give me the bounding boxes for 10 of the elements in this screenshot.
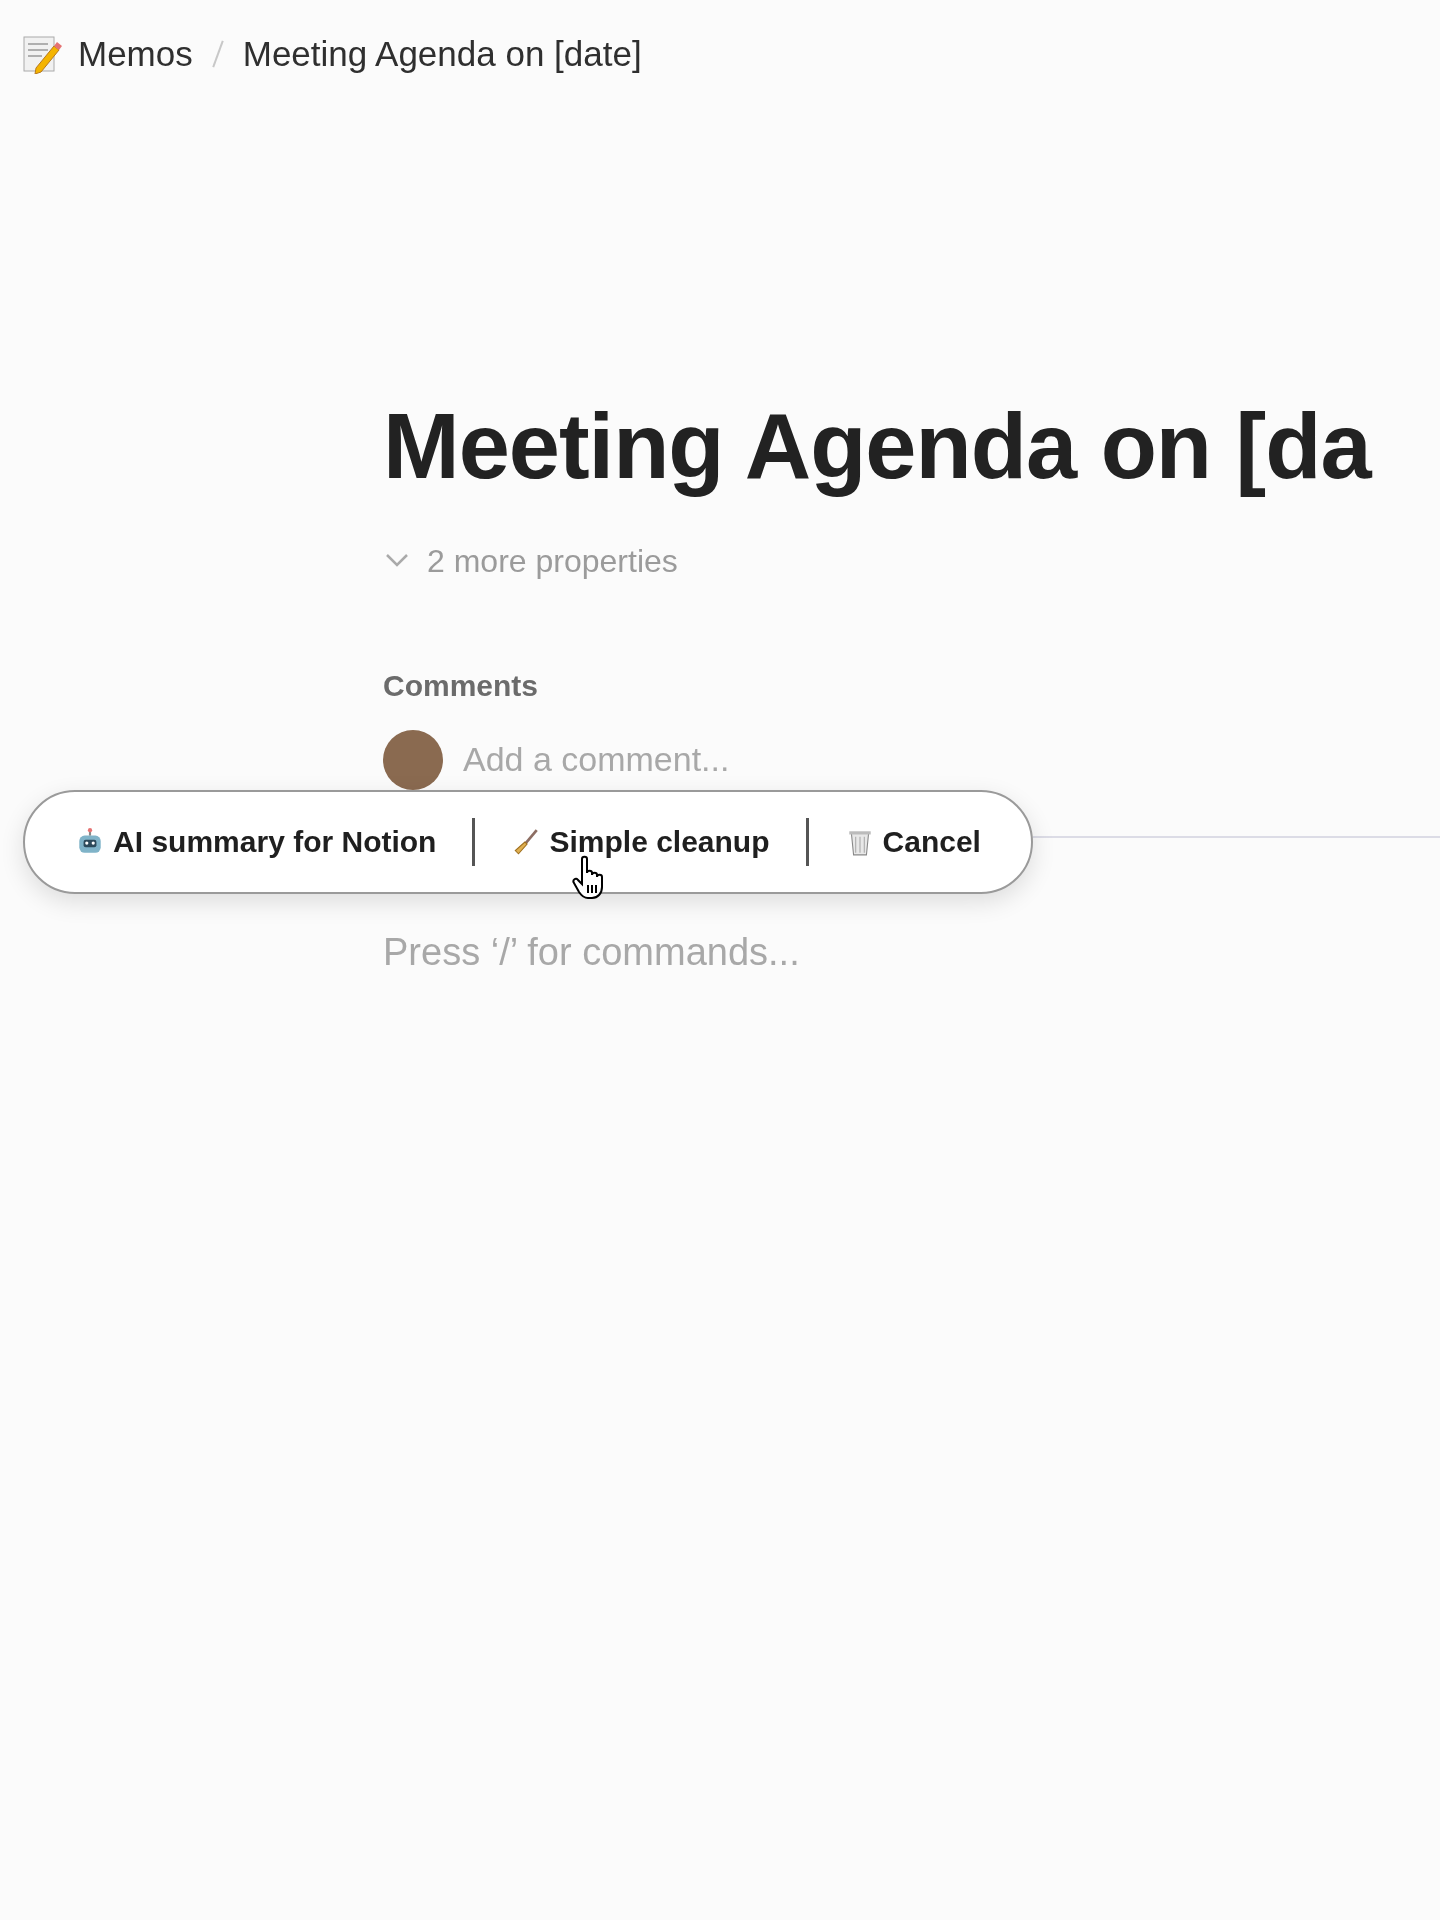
page-title: Meeting Agenda on [da	[383, 393, 1371, 499]
action-button[interactable]: Cancel	[844, 819, 981, 865]
editor-field[interactable]: Press ‘/’ for commands...	[383, 923, 1083, 981]
breadcrumb-link[interactable]: Meeting Agenda on [date]	[242, 28, 642, 81]
memo-icon	[22, 34, 62, 75]
comment-field[interactable]: Add a comment...	[463, 734, 963, 786]
comments-heading: Comments	[383, 667, 540, 704]
action-button[interactable]: AI summary for Notion	[75, 819, 437, 865]
breadcrumb-link[interactable]: Memos	[78, 28, 193, 81]
action-button[interactable]: Simple cleanup	[511, 819, 770, 865]
